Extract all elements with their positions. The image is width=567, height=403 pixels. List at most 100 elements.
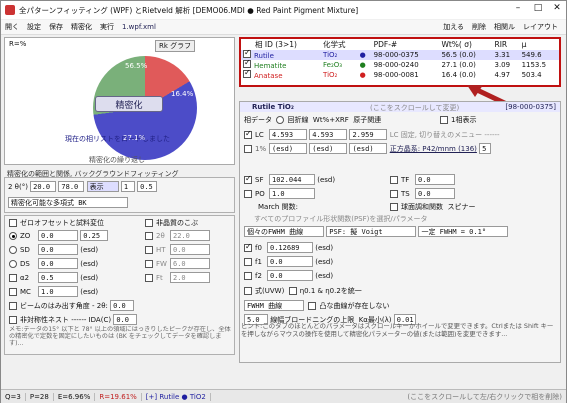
spherical-checkbox[interactable] xyxy=(390,203,398,211)
uvw-checkbox[interactable] xyxy=(244,287,252,295)
f0-value[interactable]: 0.12689 xyxy=(267,242,313,253)
tab-atom[interactable]: 原子関連 xyxy=(353,115,381,125)
theta-from[interactable]: 20.0 xyxy=(30,181,57,192)
amorph-ht-checkbox[interactable] xyxy=(145,245,153,254)
offset-checkbox[interactable] xyxy=(9,219,17,227)
zo-value[interactable]: 0.0 xyxy=(38,230,78,241)
header-rir[interactable]: RIR xyxy=(493,39,520,50)
tf-value[interactable]: 0.0 xyxy=(415,174,455,185)
amorphous-checkbox[interactable] xyxy=(145,219,153,227)
lc-a[interactable]: 4.593 xyxy=(269,129,307,140)
header-wt[interactable]: Wt%( σ) xyxy=(439,39,492,50)
menu-add[interactable]: 加える xyxy=(439,22,468,32)
tab-wt-xrf[interactable]: Wt%+XRF xyxy=(313,116,349,124)
close-icon[interactable]: ✕ xyxy=(550,3,564,13)
mc-checkbox[interactable] xyxy=(9,287,17,296)
psf-select[interactable]: PSF: 擬 Voigt xyxy=(326,226,417,237)
amorphous-label: 非晶質のこぶ xyxy=(156,219,198,227)
menu-layout[interactable]: レイアウト xyxy=(519,22,562,32)
header-mu[interactable]: μ xyxy=(520,39,559,50)
sf-value[interactable]: 102.044 xyxy=(269,174,315,185)
space-group[interactable]: 正方晶系: P42/mnm (136) xyxy=(390,144,477,154)
asym-value[interactable]: 0.0 xyxy=(113,314,138,325)
amorph-fw-value[interactable]: 6.0 xyxy=(170,258,210,269)
fwhm-const-select[interactable]: 一定 FWHM = 0.1° xyxy=(418,226,509,237)
theta-to[interactable]: 78.0 xyxy=(58,181,85,192)
menu-file[interactable]: 1.wpf.xml xyxy=(118,23,160,31)
phase-row[interactable]: Anatase TiO₂ ● 98-000-0081 16.4 (0.0) 4.… xyxy=(241,68,559,80)
amorph-ft-checkbox[interactable] xyxy=(145,273,153,282)
space-group-n[interactable]: 5 xyxy=(479,143,492,154)
f0-checkbox[interactable] xyxy=(244,242,252,252)
beam-checkbox[interactable] xyxy=(9,301,17,310)
sd-radio[interactable] xyxy=(9,245,17,254)
tt-checkbox[interactable] xyxy=(288,287,297,295)
menu-settings[interactable]: 設定 xyxy=(23,22,45,32)
lc-b[interactable]: 4.593 xyxy=(309,129,348,140)
val1-field[interactable]: 1 xyxy=(120,181,135,192)
convex-checkbox[interactable] xyxy=(308,301,317,310)
phase-checkbox[interactable] xyxy=(243,68,251,78)
f1-checkbox[interactable] xyxy=(244,257,252,266)
alpha2-checkbox[interactable] xyxy=(9,273,17,282)
zo-esd[interactable]: 0.25 xyxy=(80,230,109,241)
minimize-icon[interactable]: – xyxy=(511,3,525,13)
ts-value[interactable]: 0.0 xyxy=(415,188,455,199)
amorph-ht-value[interactable]: 0.0 xyxy=(170,244,210,255)
esd-checkbox[interactable] xyxy=(244,144,252,153)
po-checkbox[interactable] xyxy=(244,189,252,198)
f2-checkbox[interactable] xyxy=(244,271,252,280)
ds-radio[interactable] xyxy=(9,259,17,268)
amorph-fw-checkbox[interactable] xyxy=(145,259,153,268)
amorph-2t-value[interactable]: 22.0 xyxy=(170,230,210,241)
graph-mode-select[interactable]: Rk グラフ xyxy=(155,40,196,52)
header-formula[interactable]: 化学式 xyxy=(321,39,358,50)
phase-pdf: 98-000-0240 xyxy=(373,61,419,69)
asym-checkbox[interactable] xyxy=(9,315,17,324)
menu-refine[interactable]: 精密化 xyxy=(67,22,96,32)
diffraction-radio[interactable] xyxy=(276,116,285,124)
menu-correlate[interactable]: 相関ル xyxy=(490,22,519,32)
bk-poly-select[interactable]: 精密化可能な多項式 BK xyxy=(8,197,128,208)
fwhm-mode-select[interactable]: 個々のFWHM 曲線 xyxy=(244,226,324,237)
menu-run[interactable]: 実行 xyxy=(96,22,118,32)
alpha2-value[interactable]: 0.5 xyxy=(38,272,78,283)
menu-delete[interactable]: 削除 xyxy=(468,22,490,32)
f1-value[interactable]: 0.0 xyxy=(267,256,313,267)
fwhm-curve-button[interactable]: FWHM 曲線 xyxy=(244,300,304,311)
val2-field[interactable]: 0.5 xyxy=(137,181,158,192)
lc-checkbox[interactable] xyxy=(244,129,252,139)
r-label: R=% xyxy=(9,40,27,48)
tab-phase-data[interactable]: 相データ xyxy=(244,115,272,125)
zo-radio[interactable] xyxy=(9,231,17,240)
one-display-checkbox[interactable] xyxy=(440,116,448,124)
header-pdf[interactable]: PDF-# xyxy=(372,39,440,50)
mc-value[interactable]: 1.0 xyxy=(38,286,78,297)
po-value[interactable]: 1.0 xyxy=(269,188,315,199)
phase-checkbox[interactable] xyxy=(243,48,251,58)
sf-checkbox[interactable] xyxy=(244,174,252,184)
maximize-icon[interactable]: □ xyxy=(531,3,545,13)
phase-checkbox[interactable] xyxy=(243,58,251,68)
refine-button[interactable]: 精密化 xyxy=(95,96,163,112)
one-display-label: 1相表示 xyxy=(451,116,477,124)
sd-value[interactable]: 0.0 xyxy=(38,244,78,255)
tf-checkbox[interactable] xyxy=(390,175,398,184)
profile-title: すべてのプロファイル形状関数(PSF)を選択/パラメータ xyxy=(254,215,428,223)
tab-diffraction[interactable]: 回折線 xyxy=(287,115,308,125)
menu-save[interactable]: 保存 xyxy=(45,22,67,32)
beam-value[interactable]: 0.0 xyxy=(110,300,135,311)
f2-value[interactable]: 0.0 xyxy=(267,270,313,281)
header-phase-id[interactable]: 相 ID (3>1) xyxy=(241,39,321,50)
phase-row[interactable]: Hematite Fe₂O₃ ● 98-000-0240 27.1 (0.0) … xyxy=(241,58,559,70)
status-phase: [+] Rutile ● TiO2 xyxy=(142,392,211,401)
lc-c[interactable]: 2.959 xyxy=(349,129,388,140)
ts-checkbox[interactable] xyxy=(390,189,398,198)
beam-label: ビームのはみ出す角度 - 2θ: xyxy=(20,301,108,310)
menu-open[interactable]: 開く xyxy=(1,22,23,32)
display-button[interactable]: 表示 xyxy=(86,181,119,192)
ds-value[interactable]: 0.0 xyxy=(38,258,78,269)
amorph-2t-checkbox[interactable] xyxy=(145,231,153,240)
amorph-ft-value[interactable]: 2.0 xyxy=(170,272,210,283)
phase-row[interactable]: Rutile TiO₂ ● 98-000-0375 56.5 (0.0) 3.3… xyxy=(241,48,559,60)
